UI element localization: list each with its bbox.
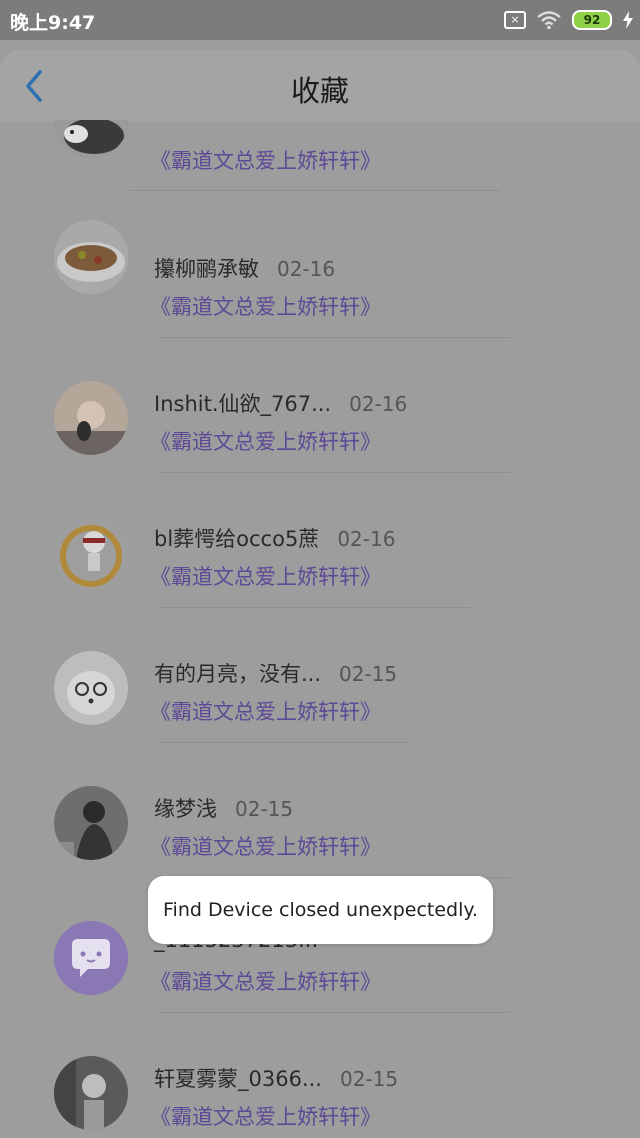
avatar [54,651,128,725]
avatar [54,120,128,158]
user-name: 攥柳鹂承敏 [154,257,259,281]
divider [130,190,500,191]
avatar [54,381,128,455]
user-name: 缘梦浅 [154,797,217,821]
status-icons: × 92 [504,8,634,32]
item-date: 02-15 [339,662,398,686]
avatar-image [54,516,128,590]
avatar [54,786,128,860]
avatar-image [54,786,128,860]
avatar-image [54,120,128,158]
book-title[interactable]: 《霸道文总爱上娇轩轩》 [150,561,381,591]
user-name: 轩夏雾蒙_0366... [154,1067,322,1091]
user-name: Inshit.仙欲_767... [154,392,332,416]
item-name-row: 攥柳鹂承敏 02-16 [154,253,335,283]
no-sim-icon: × [504,11,526,29]
avatar [54,921,128,995]
item-name-row: Inshit.仙欲_767... 02-16 [154,388,407,418]
avatar-image [54,381,128,455]
book-title[interactable]: 《霸道文总爱上娇轩轩》 [150,1101,381,1131]
header: 收藏 [0,50,640,122]
item-date: 02-15 [339,1067,399,1091]
list-item[interactable]: 缘梦浅 02-15 《霸道文总爱上娇轩轩》 [0,742,640,878]
list-item[interactable]: bl葬愕给occo5蔗 02-16 《霸道文总爱上娇轩轩》 [0,472,640,608]
avatar [54,516,128,590]
user-name: bl葬愕给occo5蔗 [154,527,320,551]
avatar [54,220,128,294]
status-time: 晚上9:47 [10,12,96,34]
list-item[interactable]: 轩夏雾蒙_0366... 02-15 《霸道文总爱上娇轩轩》 [0,1012,640,1138]
toast-message: Find Device closed unexpectedly. [148,876,493,944]
wifi-icon [537,11,561,30]
item-date: 02-16 [337,527,396,551]
book-title[interactable]: 《霸道文总爱上娇轩轩》 [150,426,381,456]
book-title[interactable]: 《霸道文总爱上娇轩轩》 [150,831,381,861]
avatar-image [54,220,128,294]
book-title[interactable]: 《霸道文总爱上娇轩轩》 [150,291,381,321]
book-title[interactable]: 《霸道文总爱上娇轩轩》 [150,966,381,996]
status-bar: 晚上9:47 × 92 [0,0,640,40]
battery-indicator: 92 [572,10,612,30]
item-name-row: 有的月亮，没有... 02-15 [154,658,397,688]
avatar [54,1056,128,1130]
item-name-row: 轩夏雾蒙_0366... 02-15 [154,1063,398,1093]
avatar-image [54,1056,128,1130]
list-item[interactable]: Inshit.仙欲_767... 02-16 《霸道文总爱上娇轩轩》 [0,337,640,473]
charging-bolt-icon [623,11,633,29]
user-name: 有的月亮，没有... [154,662,322,686]
book-title[interactable]: 《霸道文总爱上娇轩轩》 [150,145,381,175]
item-date: 02-15 [235,797,294,821]
page-title: 收藏 [290,74,349,108]
chat-bubble-icon [54,921,128,995]
list-item[interactable]: 《霸道文总爱上娇轩轩》 [0,120,640,191]
list-item[interactable]: 有的月亮，没有... 02-15 《霸道文总爱上娇轩轩》 [0,607,640,743]
item-date: 02-16 [277,257,336,281]
item-name-row: 缘梦浅 02-15 [154,793,293,823]
item-name-row: bl葬愕给occo5蔗 02-16 [154,523,395,553]
favorites-list: 《霸道文总爱上娇轩轩》 攥柳鹂承敏 02-16 《霸道文总爱上娇轩轩》 Insh… [0,120,640,1138]
list-item[interactable]: 攥柳鹂承敏 02-16 《霸道文总爱上娇轩轩》 [0,202,640,338]
avatar-image [54,651,128,725]
book-title[interactable]: 《霸道文总爱上娇轩轩》 [150,696,381,726]
item-date: 02-16 [349,392,408,416]
